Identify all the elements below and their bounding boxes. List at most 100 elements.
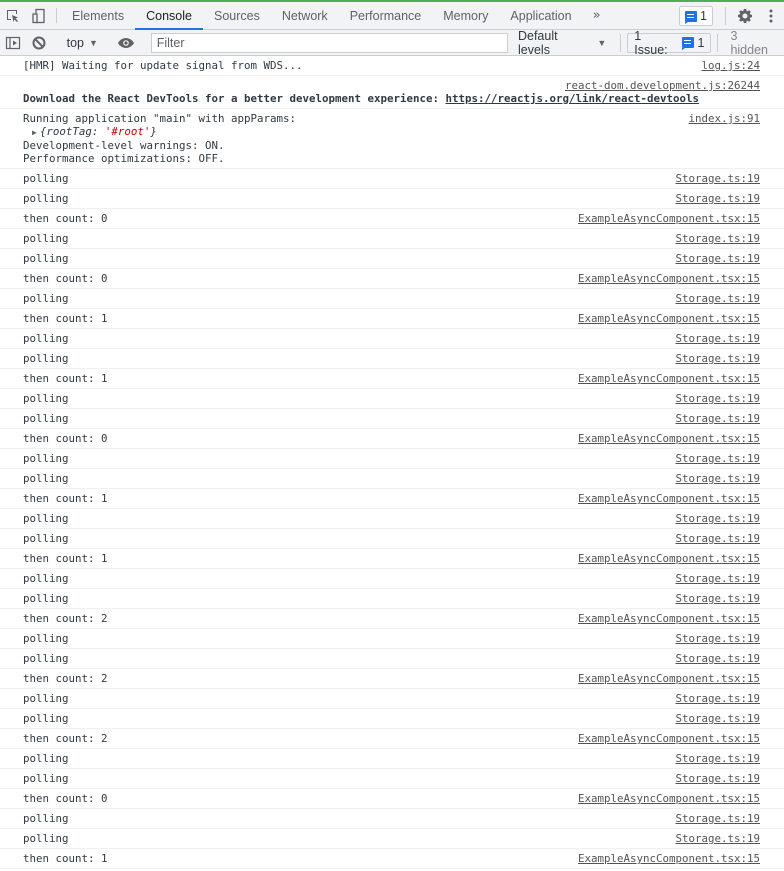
message-text: polling [23,412,69,425]
source-link[interactable]: ExampleAsyncComponent.tsx:15 [578,732,760,745]
source-link[interactable]: Storage.ts:19 [675,352,760,365]
source-link[interactable]: ExampleAsyncComponent.tsx:15 [578,672,760,685]
message-text: polling [23,192,69,205]
console-toolbar: top ▼ Default levels ▼ 1 Issue: 1 3 hidd… [0,28,784,57]
issue-count: 1 [697,35,705,50]
dropdown-caret-icon: ▼ [88,37,98,48]
source-link[interactable]: log.js:24 [701,59,760,72]
more-tabs-button[interactable]: » [583,2,611,29]
source-link[interactable]: Storage.ts:19 [675,252,760,265]
issues-button[interactable]: 1 Issue: 1 [627,29,712,57]
source-link[interactable]: Storage.ts:19 [675,712,760,725]
source-link[interactable]: Storage.ts:19 [675,752,760,765]
expand-triangle-icon[interactable]: ▶ [32,128,37,137]
source-link[interactable]: ExampleAsyncComponent.tsx:15 [578,492,760,505]
console-message: polling Storage.ts:19 [0,569,784,589]
console-message: polling Storage.ts:19 [0,349,784,369]
console-message: then count: 1 ExampleAsyncComponent.tsx:1… [0,549,784,569]
dropdown-caret-icon: ▼ [597,37,607,48]
inspect-element-icon[interactable] [0,2,26,29]
source-link[interactable]: ExampleAsyncComponent.tsx:15 [578,372,760,385]
console-message: polling Storage.ts:19 [0,189,784,209]
source-link[interactable]: Storage.ts:19 [675,572,760,585]
source-link[interactable]: Storage.ts:19 [675,832,760,845]
message-text: then count: 2 [23,612,108,625]
message-text: [HMR] Waiting for update signal from WDS… [23,59,303,72]
source-link[interactable]: Storage.ts:19 [675,692,760,705]
issues-badge-button[interactable]: 1 [679,6,713,26]
source-link[interactable]: Storage.ts:19 [675,472,760,485]
tab-sources[interactable]: Sources [203,2,271,29]
message-text: polling [23,392,69,405]
clear-console-icon[interactable] [26,35,52,51]
source-link[interactable]: Storage.ts:19 [675,172,760,185]
source-link[interactable]: Storage.ts:19 [675,532,760,545]
console-output: [HMR] Waiting for update signal from WDS… [0,56,784,871]
source-link[interactable]: Storage.ts:19 [675,812,760,825]
message-text: polling [23,652,69,665]
log-levels-dropdown[interactable]: Default levels ▼ [508,29,614,57]
source-link[interactable]: Storage.ts:19 [675,232,760,245]
message-text: polling [23,692,69,705]
tab-console[interactable]: Console [135,2,203,30]
tab-application[interactable]: Application [499,2,582,29]
device-toolbar-icon[interactable] [26,2,52,29]
settings-gear-icon[interactable] [732,8,758,24]
source-link[interactable]: ExampleAsyncComponent.tsx:15 [578,212,760,225]
source-link[interactable]: Storage.ts:19 [675,412,760,425]
live-expression-eye-icon[interactable] [113,36,139,50]
source-link[interactable]: react-dom.development.js:26244 [23,79,760,92]
source-link[interactable]: ExampleAsyncComponent.tsx:15 [578,272,760,285]
message-text: polling [23,812,69,825]
message-text: then count: 2 [23,732,108,745]
divider [56,8,57,23]
console-message: polling Storage.ts:19 [0,449,784,469]
source-link[interactable]: Storage.ts:19 [675,192,760,205]
console-message: then count: 1 ExampleAsyncComponent.tsx:1… [0,309,784,329]
console-message: then count: 0 ExampleAsyncComponent.tsx:1… [0,789,784,809]
context-selector[interactable]: top ▼ [61,36,104,50]
source-link[interactable]: Storage.ts:19 [675,512,760,525]
message-text: then count: 0 [23,792,108,805]
source-link[interactable]: Storage.ts:19 [675,392,760,405]
source-link[interactable]: Storage.ts:19 [675,652,760,665]
source-link[interactable]: Storage.ts:19 [675,592,760,605]
hidden-messages-count: 3 hidden [730,28,768,57]
filter-input-container [150,32,508,53]
source-link[interactable]: ExampleAsyncComponent.tsx:15 [578,852,760,865]
tab-network[interactable]: Network [271,2,339,29]
message-text: polling [23,452,69,465]
message-text: then count: 0 [23,432,108,445]
console-message: then count: 1 ExampleAsyncComponent.tsx:1… [0,489,784,509]
source-link[interactable]: ExampleAsyncComponent.tsx:15 [578,552,760,565]
source-link[interactable]: ExampleAsyncComponent.tsx:15 [578,612,760,625]
tab-elements[interactable]: Elements [61,2,135,29]
more-options-icon[interactable] [758,9,784,23]
tab-memory[interactable]: Memory [432,2,499,29]
source-link[interactable]: Storage.ts:19 [675,632,760,645]
source-link[interactable]: ExampleAsyncComponent.tsx:15 [578,312,760,325]
source-link[interactable]: Storage.ts:19 [675,292,760,305]
object-key: {rootTag: [39,125,105,138]
source-link[interactable]: Storage.ts:19 [675,452,760,465]
show-sidebar-icon[interactable] [0,35,26,51]
object-brace: } [150,125,157,138]
console-message: polling Storage.ts:19 [0,649,784,669]
message-text: polling [23,332,69,345]
message-text: polling [23,572,69,585]
expandable-object[interactable]: ▶ {rootTag: '#root'} [23,125,760,139]
console-message: polling Storage.ts:19 [0,689,784,709]
message-text: polling [23,292,69,305]
console-message-hmr: [HMR] Waiting for update signal from WDS… [0,56,784,76]
source-link[interactable]: Storage.ts:19 [675,332,760,345]
source-link[interactable]: index.js:91 [688,112,760,125]
source-link[interactable]: ExampleAsyncComponent.tsx:15 [578,432,760,445]
tab-performance[interactable]: Performance [339,2,433,29]
filter-input[interactable] [156,35,502,50]
source-link[interactable]: ExampleAsyncComponent.tsx:15 [578,792,760,805]
console-message: polling Storage.ts:19 [0,589,784,609]
devtools-link[interactable]: https://reactjs.org/link/react-devtools [446,92,700,105]
console-message: then count: 0 ExampleAsyncComponent.tsx:1… [0,429,784,449]
source-link[interactable]: Storage.ts:19 [675,772,760,785]
console-message: polling Storage.ts:19 [0,709,784,729]
